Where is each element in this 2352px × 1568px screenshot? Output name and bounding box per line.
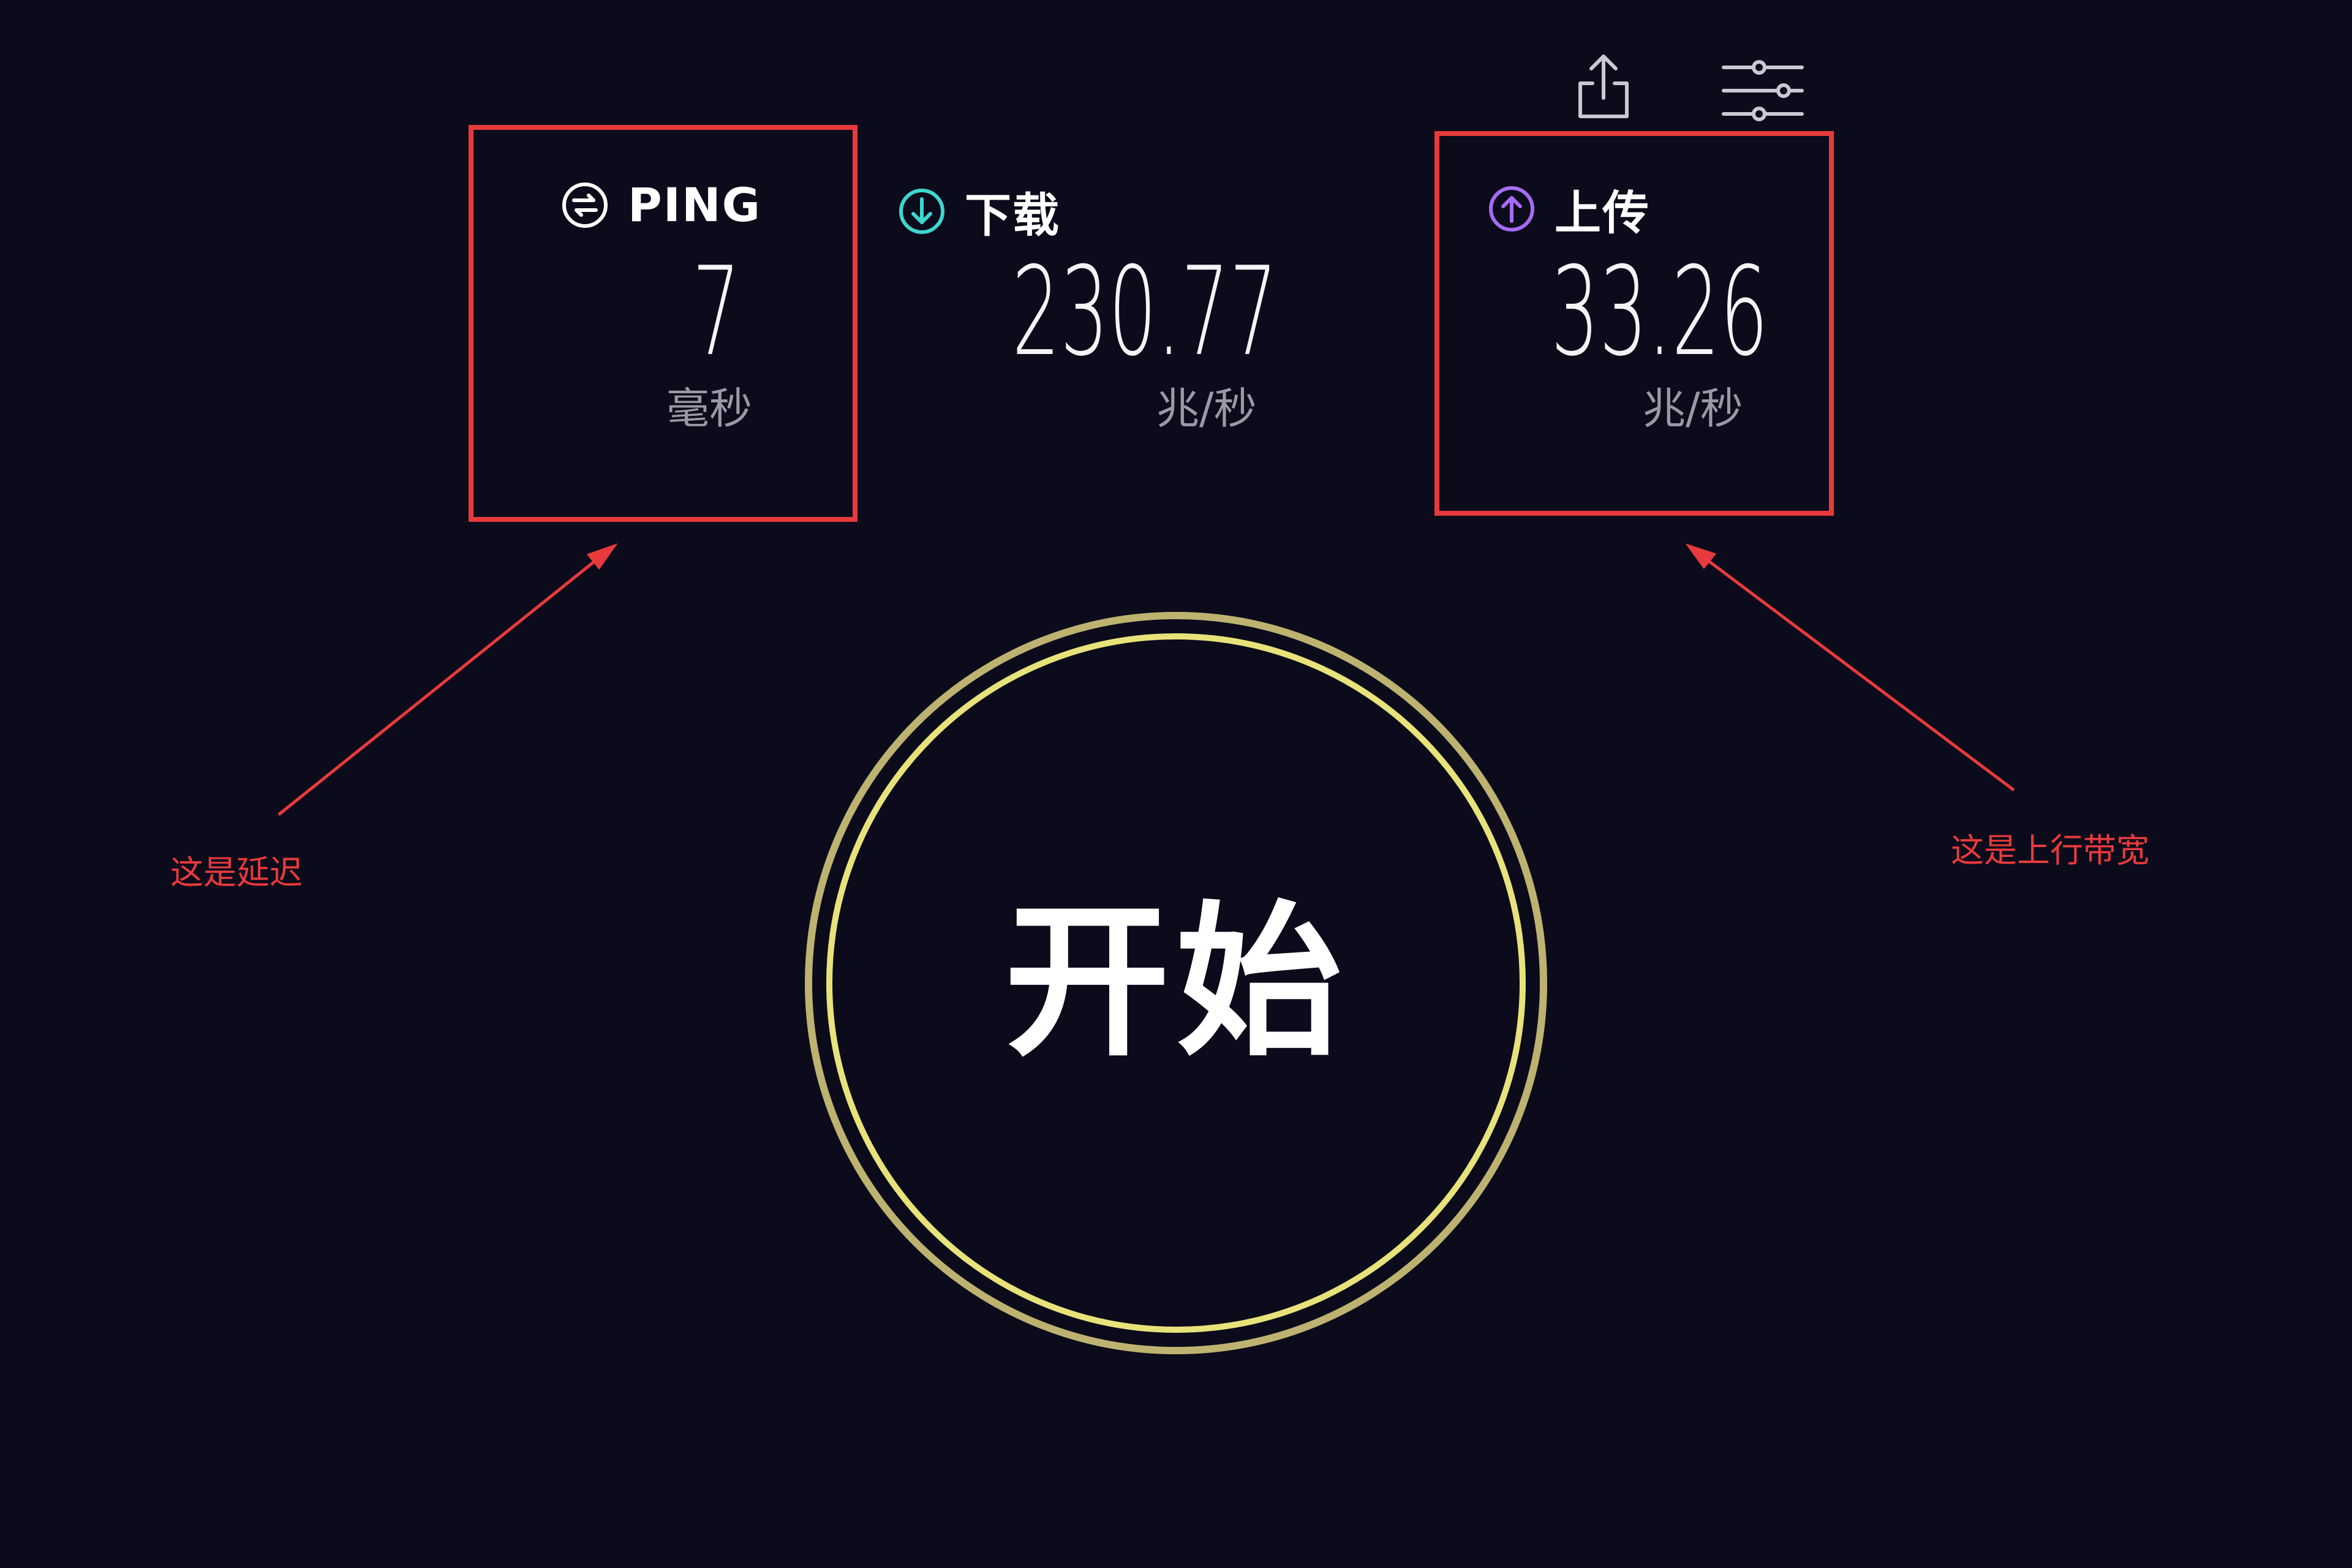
ping-annotation-note: 这是延迟 <box>170 853 303 892</box>
share-icon <box>1573 51 1634 120</box>
start-button-rings: 开始 <box>802 609 1550 1357</box>
start-button-label: 开始 <box>1005 891 1348 1075</box>
upload-arrowhead-icon <box>1685 543 1717 570</box>
download-label: 下载 <box>965 188 1060 243</box>
sliders-icon <box>1721 60 1804 121</box>
download-arrow-icon <box>897 187 946 236</box>
download-value: 230.77 <box>1012 241 1278 383</box>
ping-annotation-box <box>469 125 858 522</box>
start-button[interactable]: 开始 <box>870 677 1482 1289</box>
ping-arrowhead-icon <box>586 543 618 570</box>
download-header: 下载 <box>897 178 1060 245</box>
ping-annotation-arrow <box>277 553 605 816</box>
share-button[interactable] <box>1573 51 1634 120</box>
download-unit: 兆/秒 <box>1156 383 1257 434</box>
upload-annotation-note: 这是上行带宽 <box>1951 831 2149 870</box>
settings-button[interactable] <box>1721 60 1804 121</box>
upload-annotation-arrow <box>1698 553 2015 791</box>
upload-annotation-box <box>1434 131 1834 516</box>
